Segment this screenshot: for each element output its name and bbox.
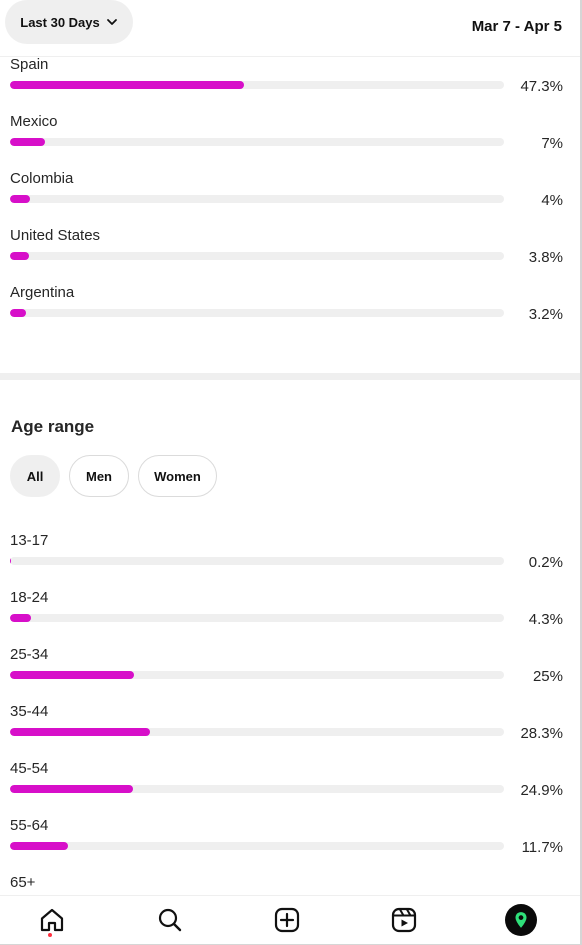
reels-icon bbox=[391, 907, 417, 933]
age-bar-fill bbox=[10, 842, 68, 850]
date-range-dropdown[interactable]: Last 30 Days bbox=[5, 0, 133, 44]
nav-reels[interactable] bbox=[388, 904, 420, 936]
profile-avatar bbox=[505, 904, 537, 936]
location-row: Colombia 4% bbox=[10, 170, 563, 220]
age-bar-fill bbox=[10, 785, 133, 793]
nav-create[interactable] bbox=[271, 904, 303, 936]
location-bar-track bbox=[10, 195, 504, 203]
nav-profile[interactable] bbox=[505, 904, 537, 936]
location-row: United States 3.8% bbox=[10, 227, 563, 277]
filter-chip-men[interactable]: Men bbox=[69, 455, 129, 497]
location-bar-fill bbox=[10, 81, 244, 89]
age-bar-fill bbox=[10, 614, 32, 622]
location-bar-fill bbox=[10, 252, 29, 260]
age-percent: 0.2% bbox=[528, 554, 563, 571]
section-divider bbox=[0, 373, 580, 380]
notification-dot bbox=[48, 933, 52, 937]
location-pin-icon bbox=[515, 912, 527, 928]
age-bar-track bbox=[10, 842, 504, 850]
age-label: 65+ bbox=[10, 874, 36, 891]
age-percent: 4.3% bbox=[528, 611, 563, 628]
chevron-down-icon bbox=[106, 19, 117, 25]
age-bar-track bbox=[10, 557, 504, 565]
age-percent: 24.9% bbox=[520, 782, 563, 799]
location-percent: 7% bbox=[541, 135, 563, 152]
age-row: 13-17 0.2% bbox=[10, 532, 563, 582]
location-bar-track bbox=[10, 138, 504, 146]
age-row: 45-54 24.9% bbox=[10, 760, 563, 810]
location-bar-track bbox=[10, 309, 504, 317]
age-row: 25-34 25% bbox=[10, 646, 563, 696]
age-row: 55-64 11.7% bbox=[10, 817, 563, 867]
age-row: 35-44 28.3% bbox=[10, 703, 563, 753]
age-percent: 11.7% bbox=[521, 839, 563, 856]
age-bar-fill bbox=[10, 728, 150, 736]
age-label: 55-64 bbox=[10, 817, 49, 834]
age-bar-track bbox=[10, 614, 504, 622]
location-row: Mexico 7% bbox=[10, 113, 563, 163]
home-icon bbox=[40, 908, 64, 932]
age-percent: 25% bbox=[532, 668, 563, 685]
location-bar-fill bbox=[10, 195, 30, 203]
age-range-title: Age range bbox=[11, 417, 95, 436]
age-bar-track bbox=[10, 728, 504, 736]
location-bar-fill bbox=[10, 138, 45, 146]
location-row: Argentina 3.2% bbox=[10, 284, 563, 334]
age-bar-fill bbox=[10, 557, 11, 565]
age-label: 18-24 bbox=[10, 589, 49, 606]
age-label: 25-34 bbox=[10, 646, 49, 663]
location-percent: 47.3% bbox=[520, 78, 563, 95]
insights-header: Last 30 Days Mar 7 - Apr 5 bbox=[0, 0, 580, 57]
age-bar-fill bbox=[10, 671, 134, 679]
date-range-dropdown-label: Last 30 Days bbox=[20, 14, 100, 30]
location-percent: 4% bbox=[541, 192, 563, 209]
location-bar-fill bbox=[10, 309, 26, 317]
location-bar-track bbox=[10, 81, 504, 89]
nav-search[interactable] bbox=[154, 904, 186, 936]
age-bar-track bbox=[10, 785, 504, 793]
search-icon bbox=[158, 908, 182, 932]
location-label: Mexico bbox=[10, 113, 58, 130]
age-row: 18-24 4.3% bbox=[10, 589, 563, 639]
age-bar-track bbox=[10, 671, 504, 679]
location-label: Colombia bbox=[10, 170, 74, 187]
filter-chip-all[interactable]: All bbox=[10, 455, 60, 497]
age-label: 45-54 bbox=[10, 760, 49, 777]
age-percent: 28.3% bbox=[520, 725, 563, 742]
location-percent: 3.2% bbox=[528, 306, 563, 323]
location-label: Spain bbox=[10, 56, 49, 73]
create-icon bbox=[274, 907, 300, 933]
location-bar-track bbox=[10, 252, 504, 260]
age-label: 35-44 bbox=[10, 703, 49, 720]
location-label: Argentina bbox=[10, 284, 75, 301]
nav-home[interactable] bbox=[36, 904, 68, 936]
location-row: Spain 47.3% bbox=[10, 56, 563, 106]
bottom-navigation bbox=[0, 895, 580, 944]
date-range-text: Mar 7 - Apr 5 bbox=[471, 18, 562, 35]
filter-chip-women[interactable]: Women bbox=[138, 455, 217, 497]
location-label: United States bbox=[10, 227, 101, 244]
age-label: 13-17 bbox=[10, 532, 49, 549]
gender-filter-chips: All Men Women bbox=[10, 455, 217, 497]
location-percent: 3.8% bbox=[528, 249, 563, 266]
